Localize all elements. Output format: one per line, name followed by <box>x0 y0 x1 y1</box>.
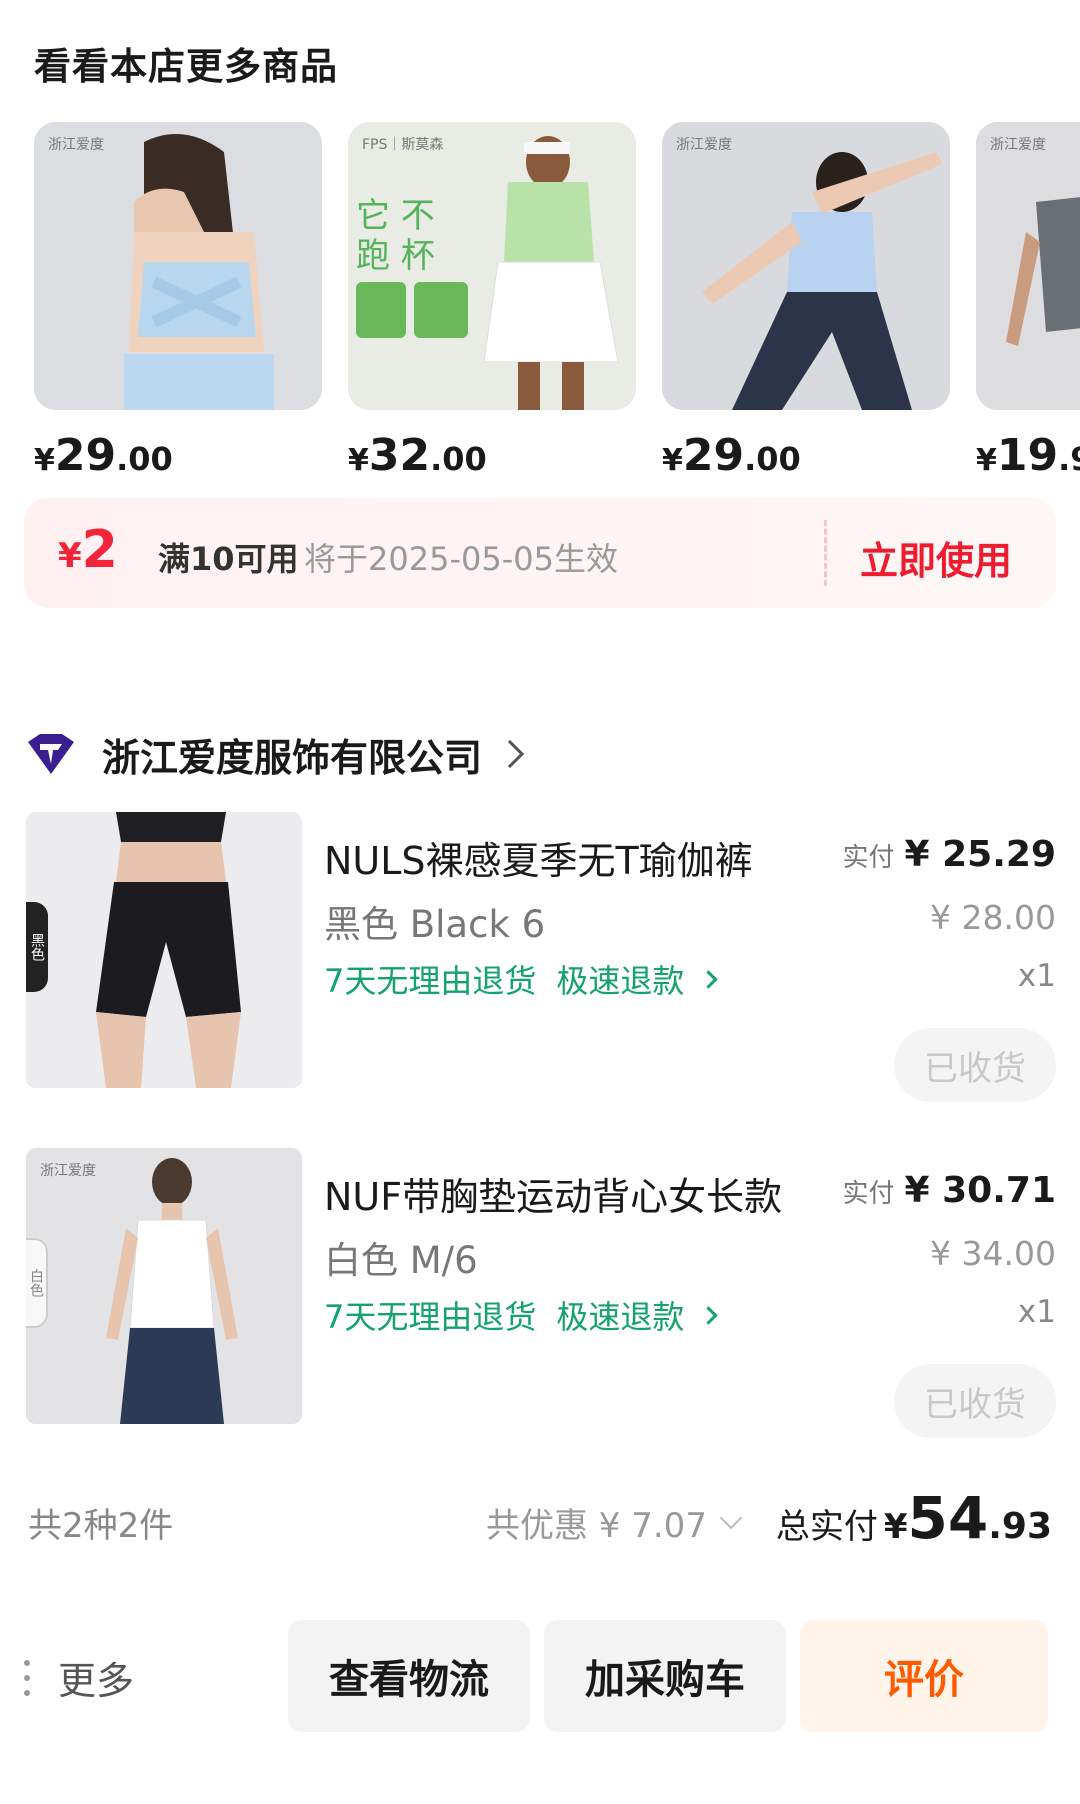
coupon-condition: 满10可用 <box>158 540 299 578</box>
status-badge: 已收货 <box>894 1028 1056 1102</box>
svg-text:跑 杯: 跑 杯 <box>356 236 435 276</box>
svg-text:它 不: 它 不 <box>356 196 435 236</box>
brand-watermark: 浙江爱度 <box>676 137 732 153</box>
use-coupon-button[interactable]: 立即使用 <box>860 530 1012 585</box>
product-photo: 它 不 跑 杯 <box>348 122 636 410</box>
fast-refund: 极速退款 <box>556 962 685 1000</box>
recommend-list: 浙江爱度 ¥29.00 它 不 跑 杯 FPS｜斯莫森 ¥32.00 浙江爱度 … <box>34 122 1080 482</box>
recommend-item[interactable]: 浙江爱度 ¥29.00 <box>662 122 950 481</box>
fast-refund: 极速退款 <box>556 1298 685 1336</box>
paid-price: 实付 ¥ 25.29 <box>842 834 1056 875</box>
product-spec: 黑色 Black 6 <box>324 903 546 946</box>
original-price: ¥ 34.00 <box>930 1234 1056 1273</box>
product-image[interactable]: 它 不 跑 杯 FPS｜斯莫森 <box>348 122 636 410</box>
product-title[interactable]: NUF带胸垫运动背心女长款 <box>324 1166 782 1221</box>
discount-total[interactable]: 共优惠 ¥ 7.07 <box>486 1498 743 1547</box>
coupon-banner[interactable]: ¥2 满10可用 将于2025-05-05生效 立即使用 <box>24 498 1056 608</box>
add-to-cart-button[interactable]: 加采购车 <box>544 1620 786 1732</box>
product-image[interactable]: 浙江爱度 白色 <box>26 1148 302 1424</box>
coupon-divider <box>824 520 827 586</box>
product-price: ¥29.00 <box>34 430 173 481</box>
product-photo <box>662 122 950 410</box>
more-label: 更多 <box>58 1659 135 1703</box>
more-button[interactable]: 更多 <box>24 1650 134 1705</box>
original-price: ¥ 28.00 <box>930 898 1056 937</box>
recommend-item[interactable]: 浙江爱度 ¥29.00 <box>34 122 322 481</box>
more-dots-icon <box>24 1659 32 1696</box>
color-tab: 白色 <box>26 1238 48 1328</box>
brand-watermark: 浙江爱度 <box>48 137 104 153</box>
item-count: 共2种2件 <box>28 1506 174 1546</box>
service-tags[interactable]: 7天无理由退货 极速退款 <box>324 1292 719 1338</box>
total-paid: 总实付 ¥54.93 <box>775 1484 1052 1552</box>
coupon-amount: ¥2 <box>58 520 118 580</box>
shop-name: 浙江爱度服饰有限公司 <box>102 735 483 780</box>
return-policy: 7天无理由退货 <box>324 1298 537 1336</box>
product-price: ¥29.00 <box>662 430 801 481</box>
chevron-right-icon <box>699 969 719 989</box>
order-item[interactable]: 浙江爱度 白色 NUF带胸垫运动背心女长款 白色 M/6 7天无理由退货 极速退… <box>26 1148 1056 1438</box>
product-photo <box>34 122 322 410</box>
paid-price: 实付 ¥ 30.71 <box>842 1170 1056 1211</box>
review-button[interactable]: 评价 <box>800 1620 1048 1732</box>
coupon-effective-date: 将于2025-05-05生效 <box>304 540 618 578</box>
shop-header[interactable]: 浙江爱度服饰有限公司 <box>28 730 525 780</box>
section-title: 看看本店更多商品 <box>34 45 338 88</box>
status-badge: 已收货 <box>894 1364 1056 1438</box>
color-tab: 黑色 <box>26 902 48 992</box>
quantity: x1 <box>1017 1294 1056 1330</box>
view-logistics-button[interactable]: 查看物流 <box>288 1620 530 1732</box>
product-price: ¥19.9 <box>976 430 1080 481</box>
shop-logo-icon <box>28 734 74 774</box>
chevron-right-icon <box>495 739 525 769</box>
brand-watermark: 浙江爱度 <box>990 137 1046 153</box>
product-image[interactable]: 浙江爱度 <box>34 122 322 410</box>
product-spec: 白色 M/6 <box>324 1239 478 1282</box>
product-photo <box>26 812 302 1088</box>
recommend-item[interactable]: 浙江爱度 ¥19.9 <box>976 122 1080 481</box>
brand-watermark: FPS｜斯莫森 <box>362 137 444 153</box>
product-title[interactable]: NULS裸感夏季无T瑜伽裤 <box>324 830 753 885</box>
order-item[interactable]: 黑色 NULS裸感夏季无T瑜伽裤 黑色 Black 6 7天无理由退货 极速退款… <box>26 812 1056 1102</box>
quantity: x1 <box>1017 958 1056 994</box>
chevron-right-icon <box>699 1305 719 1325</box>
product-photo <box>976 122 1080 410</box>
product-image[interactable]: 浙江爱度 <box>662 122 950 410</box>
product-image[interactable]: 浙江爱度 <box>976 122 1080 410</box>
order-summary: 共2种2件 共优惠 ¥ 7.07 总实付 ¥54.93 <box>28 1484 1052 1554</box>
recommend-item[interactable]: 它 不 跑 杯 FPS｜斯莫森 ¥32.00 <box>348 122 636 481</box>
product-image[interactable]: 黑色 <box>26 812 302 1088</box>
chevron-down-icon <box>719 1506 743 1529</box>
product-photo <box>26 1148 302 1424</box>
return-policy: 7天无理由退货 <box>324 962 537 1000</box>
product-price: ¥32.00 <box>348 430 487 481</box>
brand-watermark: 浙江爱度 <box>40 1163 96 1179</box>
service-tags[interactable]: 7天无理由退货 极速退款 <box>324 956 719 1002</box>
